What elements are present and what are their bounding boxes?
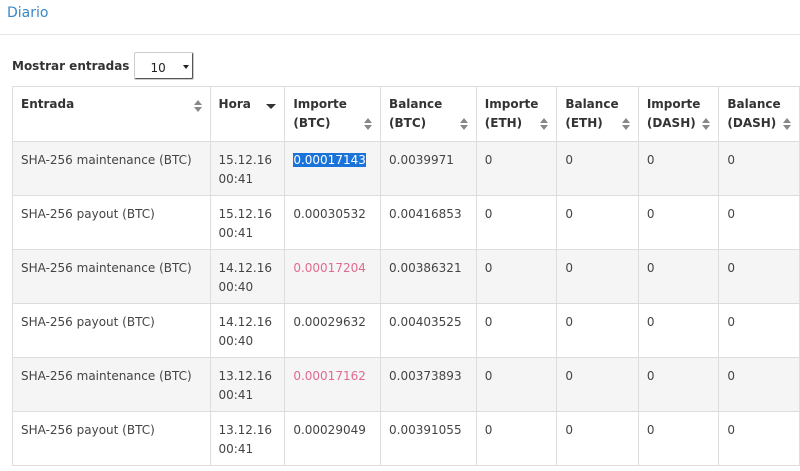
cell-balance-eth: 0 xyxy=(556,357,639,412)
cell-hora: 14.12.16 00:40 xyxy=(209,249,286,304)
cell-balance-btc: 0.00373893 xyxy=(380,357,477,412)
cell-entrada: SHA-256 maintenance (BTC) xyxy=(12,141,211,196)
cell-balance-eth: 0 xyxy=(556,249,639,304)
sort-icon xyxy=(540,118,549,130)
cell-balance-btc: 0.00386321 xyxy=(380,249,477,304)
column-header-balance-dash[interactable]: Balance (DASH) xyxy=(718,86,800,142)
panel-header: Diario xyxy=(0,0,800,35)
cell-entrada: SHA-256 payout (BTC) xyxy=(12,411,211,466)
cell-importe-btc: 0.00029632 xyxy=(284,303,382,358)
cell-entrada: SHA-256 payout (BTC) xyxy=(12,195,211,250)
cell-balance-btc: 0.00403525 xyxy=(380,303,477,358)
cell-balance-dash: 0 xyxy=(718,303,800,358)
cell-hora: 14.12.16 00:40 xyxy=(209,303,286,358)
table-row: SHA-256 payout (BTC) 13.12.16 00:41 0.000… xyxy=(12,411,800,466)
cell-importe-btc: 0.00017204 xyxy=(284,249,382,304)
table-header-row: Entrada Hora Importe (BTC) Balance (BTC)… xyxy=(12,86,800,142)
sort-icon xyxy=(459,118,468,130)
cell-importe-eth: 0 xyxy=(475,411,558,466)
cell-balance-dash: 0 xyxy=(718,249,800,304)
sort-icon xyxy=(621,118,630,130)
cell-balance-eth: 0 xyxy=(556,195,639,250)
cell-balance-btc: 0.00391055 xyxy=(380,411,477,466)
cell-entrada: SHA-256 maintenance (BTC) xyxy=(12,357,211,412)
cell-balance-eth: 0 xyxy=(556,141,639,196)
entries-length-label: Mostrar entradas xyxy=(12,59,130,73)
cell-balance-btc: 0.00416853 xyxy=(380,195,477,250)
cell-balance-eth: 0 xyxy=(556,411,639,466)
table-row: SHA-256 maintenance (BTC) 14.12.16 00:40 … xyxy=(12,249,800,304)
cell-balance-eth: 0 xyxy=(556,303,639,358)
cell-importe-btc: 0.00029049 xyxy=(284,411,382,466)
cell-importe-dash: 0 xyxy=(637,195,720,250)
cell-hora: 13.12.16 00:41 xyxy=(209,357,286,412)
entries-length-value: 10 xyxy=(150,61,166,75)
column-header-importe-eth[interactable]: Importe (ETH) xyxy=(475,86,558,142)
cell-importe-btc: 0.00017162 xyxy=(284,357,382,412)
cell-entrada: SHA-256 maintenance (BTC) xyxy=(12,249,211,304)
cell-balance-btc: 0.0039971 xyxy=(380,141,477,196)
cell-importe-eth: 0 xyxy=(475,141,558,196)
table-row: SHA-256 maintenance (BTC) 15.12.16 00:41 … xyxy=(12,141,800,196)
table-row: SHA-256 maintenance (BTC) 13.12.16 00:41 … xyxy=(12,357,800,412)
cell-importe-dash: 0 xyxy=(637,249,720,304)
journal-table: Entrada Hora Importe (BTC) Balance (BTC)… xyxy=(12,86,800,466)
cell-importe-eth: 0 xyxy=(475,249,558,304)
panel-title: Diario xyxy=(7,5,49,21)
cell-balance-dash: 0 xyxy=(718,195,800,250)
cell-entrada: SHA-256 payout (BTC) xyxy=(12,303,211,358)
column-header-hora[interactable]: Hora xyxy=(209,86,286,142)
cell-importe-btc: 0.00017143 xyxy=(284,141,382,196)
cell-importe-eth: 0 xyxy=(475,303,558,358)
chevron-down-icon xyxy=(183,65,190,69)
table-row: SHA-256 payout (BTC) 15.12.16 00:41 0.000… xyxy=(12,195,800,250)
column-header-balance-btc[interactable]: Balance (BTC) xyxy=(380,86,477,142)
column-header-importe-dash[interactable]: Importe (DASH) xyxy=(637,86,720,142)
cell-hora: 15.12.16 00:41 xyxy=(209,195,286,250)
cell-importe-dash: 0 xyxy=(637,303,720,358)
cell-importe-dash: 0 xyxy=(637,141,720,196)
cell-importe-eth: 0 xyxy=(475,195,558,250)
cell-balance-dash: 0 xyxy=(718,357,800,412)
cell-importe-dash: 0 xyxy=(637,357,720,412)
sort-icon xyxy=(364,118,373,130)
cell-hora: 13.12.16 00:41 xyxy=(209,411,286,466)
cell-balance-dash: 0 xyxy=(718,411,800,466)
cell-balance-dash: 0 xyxy=(718,141,800,196)
entries-length-control: Mostrar entradas 10 xyxy=(12,51,195,81)
sort-icon xyxy=(193,100,202,112)
cell-hora: 15.12.16 00:41 xyxy=(209,141,286,196)
sort-icon xyxy=(702,118,711,130)
column-header-balance-eth[interactable]: Balance (ETH) xyxy=(556,86,639,142)
column-header-importe-btc[interactable]: Importe (BTC) xyxy=(284,86,382,142)
table-row: SHA-256 payout (BTC) 14.12.16 00:40 0.000… xyxy=(12,303,800,358)
entries-length-select[interactable]: 10 xyxy=(134,52,195,80)
cell-importe-btc: 0.00030532 xyxy=(284,195,382,250)
column-header-entrada[interactable]: Entrada xyxy=(12,86,211,142)
cell-importe-eth: 0 xyxy=(475,357,558,412)
cell-importe-dash: 0 xyxy=(637,411,720,466)
selected-text: 0.00017143 xyxy=(293,153,366,167)
sort-icon xyxy=(783,118,791,130)
sort-desc-icon xyxy=(266,104,277,109)
